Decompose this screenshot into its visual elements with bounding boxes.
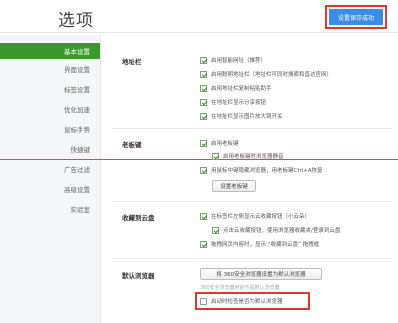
section-divider — [112, 258, 392, 259]
header-divider — [0, 32, 398, 33]
drag-favorite-option[interactable]: 拖拽网页内容时，显示 “收藏到云盘” 拖拽框 — [200, 240, 319, 248]
red-annotation-line — [0, 159, 398, 160]
truncated-text-fade — [372, 135, 398, 159]
boss-key-option[interactable]: 启用老板键 — [200, 139, 239, 147]
cloud-favorite-click-option[interactable]: 点击云收藏按钮，使用浏览器收藏夹/登录到云盘 — [212, 226, 340, 234]
set-default-browser-button[interactable]: 将 360安全浏览器设置为默认浏览器 — [200, 268, 322, 280]
save-success-toast: 设置保存成功 — [329, 9, 383, 25]
default-browser-status: 360安全浏览器目前不是默认浏览器 — [200, 285, 280, 291]
boss-key-section-label: 老板键 — [122, 141, 142, 149]
middle-click-hide-checkbox[interactable] — [200, 166, 207, 174]
middle-click-hide-option[interactable]: 用鼠标中键隐藏浏览器，用老板键Ctrl+A恢复 — [200, 166, 323, 174]
sidebar: 基本设置 界面设置 标签设置 优化加速 鼠标手势 快捷键 广告过滤 高级设置 实… — [0, 35, 101, 323]
share-button-option[interactable]: 在地址栏显示分享按钮 — [200, 98, 266, 106]
check-default-on-start-option[interactable]: 启动时检查是否为默认浏览器 — [200, 297, 283, 305]
image-magnifier-checkbox[interactable] — [200, 112, 207, 120]
smart-address-bar-checkbox[interactable] — [200, 70, 207, 78]
smart-address-bar-option[interactable]: 启用聪明地址栏（地址栏可同时搜索和直达官网） — [200, 70, 332, 78]
cloud-favorite-button-checkbox[interactable] — [200, 212, 207, 220]
sidebar-item-interface[interactable]: 界面设置 — [64, 64, 90, 74]
check-default-on-start-checkbox[interactable] — [200, 297, 207, 305]
smart-url-checkbox[interactable] — [200, 56, 207, 64]
favorites-section-label: 收藏到云盘 — [122, 214, 155, 222]
boss-key-mute-option[interactable]: 启用老板键时浏览器静音 — [212, 152, 284, 160]
sidebar-item-basic[interactable]: 基本设置 — [0, 43, 100, 59]
save-success-highlight: 设置保存成功 — [325, 5, 387, 29]
section-divider — [112, 201, 392, 202]
sidebar-item-optimize[interactable]: 优化加速 — [64, 104, 90, 114]
smart-url-option[interactable]: 启用智能网址（推荐） — [200, 56, 266, 64]
sidebar-item-lab[interactable]: 实验室 — [71, 204, 91, 214]
address-bar-section-label: 地址栏 — [122, 58, 142, 66]
drag-favorite-checkbox[interactable] — [200, 240, 207, 248]
copy-paste-helper-option[interactable]: 启用地址栏复制粘贴助手 — [200, 84, 272, 92]
cloud-favorite-click-checkbox[interactable] — [212, 226, 219, 234]
set-boss-key-button[interactable]: 设置老板键 — [212, 180, 256, 192]
copy-paste-helper-checkbox[interactable] — [200, 84, 207, 92]
share-button-checkbox[interactable] — [200, 98, 207, 106]
sidebar-item-shortcuts[interactable]: 快捷键 — [71, 144, 91, 154]
sidebar-item-tabs[interactable]: 标签设置 — [64, 84, 90, 94]
sidebar-item-mouse-gesture[interactable]: 鼠标手势 — [64, 124, 90, 134]
section-divider — [112, 128, 392, 129]
boss-key-mute-checkbox[interactable] — [212, 152, 219, 160]
image-magnifier-option[interactable]: 在地址栏显示图片放大镜开关 — [200, 112, 283, 120]
page-title: 选项 — [58, 11, 94, 31]
sidebar-item-ad-filter[interactable]: 广告过滤 — [64, 164, 90, 174]
sidebar-item-advanced[interactable]: 高级设置 — [64, 184, 90, 194]
cloud-favorite-button-option[interactable]: 在标签栏左侧显示云收藏按钮（小云朵） — [200, 212, 310, 220]
default-browser-section-label: 默认浏览器 — [122, 272, 155, 280]
boss-key-checkbox[interactable] — [200, 139, 207, 147]
